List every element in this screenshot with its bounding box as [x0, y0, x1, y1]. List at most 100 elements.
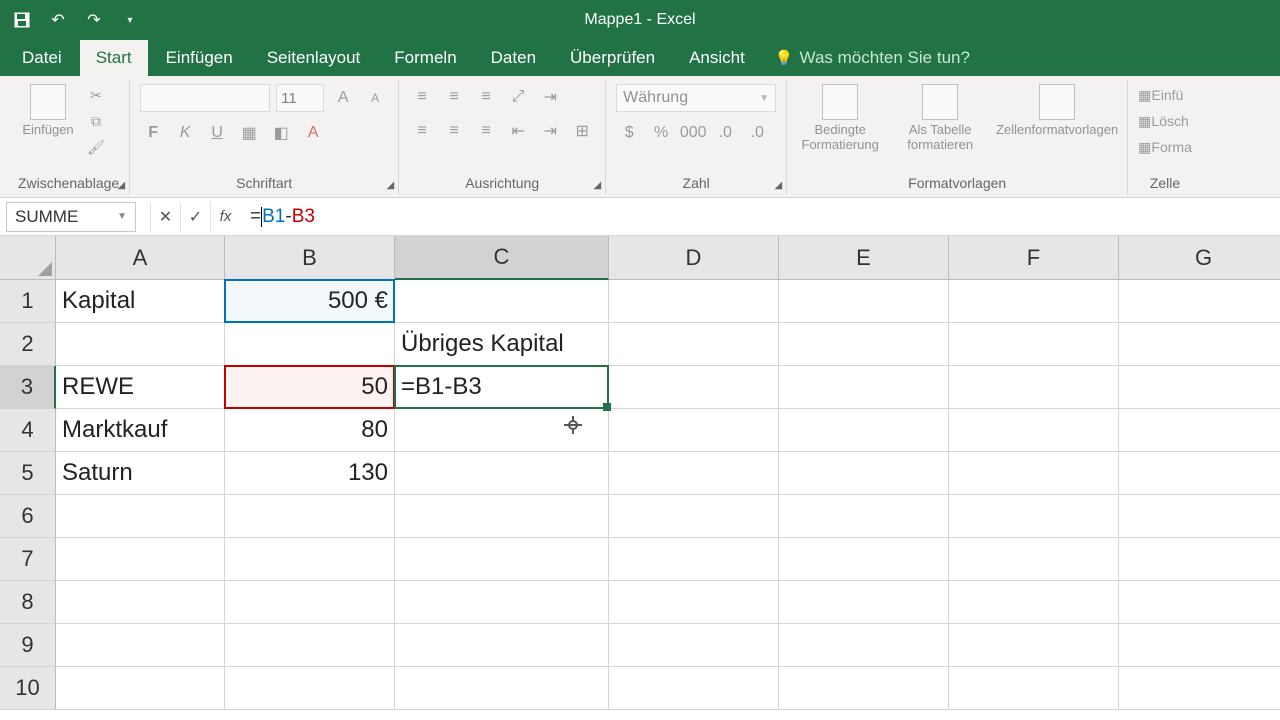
tab-file[interactable]: Datei [6, 40, 78, 76]
cell-c5[interactable] [395, 452, 609, 495]
enter-formula-button[interactable]: ✓ [180, 202, 210, 232]
cell-c4[interactable] [395, 409, 609, 452]
tell-me-search[interactable]: 💡 Was möchten Sie tun? [763, 40, 982, 76]
increase-decimal-button[interactable]: .0 [712, 120, 738, 146]
cell-f2[interactable] [949, 323, 1119, 366]
redo-button[interactable]: ↷ [80, 6, 108, 34]
cell-e2[interactable] [779, 323, 949, 366]
cell-a1[interactable]: Kapital [56, 280, 225, 323]
cell-a3[interactable]: REWE [56, 366, 225, 409]
align-bottom-button[interactable]: ≡ [473, 84, 499, 110]
underline-button[interactable]: U [204, 120, 230, 146]
cell-f10[interactable] [949, 667, 1119, 710]
tab-insert[interactable]: Einfügen [150, 40, 249, 76]
cell-g5[interactable] [1119, 452, 1280, 495]
column-header-g[interactable]: G [1119, 236, 1280, 280]
borders-button[interactable]: ▦ [236, 120, 262, 146]
cell-c3[interactable]: =B1-B3 [395, 366, 609, 409]
row-header-9[interactable]: 9 [0, 624, 56, 667]
cell-d1[interactable] [609, 280, 779, 323]
row-header-3[interactable]: 3 [0, 366, 56, 409]
cell-d5[interactable] [609, 452, 779, 495]
tab-layout[interactable]: Seitenlayout [251, 40, 377, 76]
cell-b3[interactable]: 50 [225, 366, 395, 409]
cell-g8[interactable] [1119, 581, 1280, 624]
cell-b10[interactable] [225, 667, 395, 710]
bold-button[interactable]: F [140, 120, 166, 146]
cell-g6[interactable] [1119, 495, 1280, 538]
tab-formulas[interactable]: Formeln [378, 40, 472, 76]
comma-button[interactable]: 000 [680, 120, 706, 146]
cell-a6[interactable] [56, 495, 225, 538]
row-header-10[interactable]: 10 [0, 667, 56, 710]
align-right-button[interactable]: ≡ [473, 118, 499, 144]
cell-d6[interactable] [609, 495, 779, 538]
column-header-c[interactable]: C [395, 236, 609, 280]
number-dialog-launcher[interactable]: ◢ [774, 180, 782, 191]
cell-c2[interactable]: Übriges Kapital [395, 323, 609, 366]
row-header-4[interactable]: 4 [0, 409, 56, 452]
cell-a2[interactable] [56, 323, 225, 366]
row-header-7[interactable]: 7 [0, 538, 56, 581]
cell-e8[interactable] [779, 581, 949, 624]
cell-b7[interactable] [225, 538, 395, 581]
cell-e4[interactable] [779, 409, 949, 452]
currency-button[interactable]: $ [616, 120, 642, 146]
row-header-5[interactable]: 5 [0, 452, 56, 495]
cell-f6[interactable] [949, 495, 1119, 538]
row-header-2[interactable]: 2 [0, 323, 56, 366]
formula-input[interactable]: =B1-B3 [240, 206, 1280, 228]
cell-d3[interactable] [609, 366, 779, 409]
tab-home[interactable]: Start [80, 40, 148, 76]
italic-button[interactable]: K [172, 120, 198, 146]
font-name-select[interactable] [140, 84, 270, 112]
cell-f7[interactable] [949, 538, 1119, 581]
cell-b1[interactable]: 500 € [225, 280, 395, 323]
align-center-button[interactable]: ≡ [441, 118, 467, 144]
column-header-b[interactable]: B [225, 236, 395, 280]
cell-c1[interactable] [395, 280, 609, 323]
name-box[interactable]: SUMME ▼ [6, 202, 136, 232]
cell-e9[interactable] [779, 624, 949, 667]
cell-b6[interactable] [225, 495, 395, 538]
column-header-d[interactable]: D [609, 236, 779, 280]
column-header-f[interactable]: F [949, 236, 1119, 280]
row-header-6[interactable]: 6 [0, 495, 56, 538]
select-all-corner[interactable] [0, 236, 56, 280]
cell-g9[interactable] [1119, 624, 1280, 667]
cell-c6[interactable] [395, 495, 609, 538]
wrap-text-button[interactable]: ⇥ [537, 84, 563, 110]
cell-a9[interactable] [56, 624, 225, 667]
format-as-table-button[interactable]: Als Tabelle formatieren [897, 84, 983, 152]
insert-cells-button[interactable]: ▦ Einfü [1138, 84, 1183, 106]
cell-b5[interactable]: 130 [225, 452, 395, 495]
fill-color-button[interactable]: ◧ [268, 120, 294, 146]
cell-g2[interactable] [1119, 323, 1280, 366]
cell-e6[interactable] [779, 495, 949, 538]
cell-f9[interactable] [949, 624, 1119, 667]
cell-e5[interactable] [779, 452, 949, 495]
cell-f8[interactable] [949, 581, 1119, 624]
increase-font-button[interactable]: A [330, 85, 356, 111]
cell-a10[interactable] [56, 667, 225, 710]
cell-b8[interactable] [225, 581, 395, 624]
cell-c7[interactable] [395, 538, 609, 581]
decrease-decimal-button[interactable]: .0 [744, 120, 770, 146]
column-header-e[interactable]: E [779, 236, 949, 280]
cancel-formula-button[interactable]: ✕ [150, 202, 180, 232]
decrease-indent-button[interactable]: ⇤ [505, 118, 531, 144]
merge-button[interactable]: ⊞ [569, 118, 595, 144]
decrease-font-button[interactable]: A [362, 85, 388, 111]
font-dialog-launcher[interactable]: ◢ [386, 180, 394, 191]
cell-styles-button[interactable]: Zellenformatvorlagen [997, 84, 1117, 137]
cell-d8[interactable] [609, 581, 779, 624]
align-left-button[interactable]: ≡ [409, 118, 435, 144]
increase-indent-button[interactable]: ⇥ [537, 118, 563, 144]
cell-d10[interactable] [609, 667, 779, 710]
format-cells-button[interactable]: ▦ Forma [1138, 136, 1192, 158]
font-color-button[interactable]: A [300, 120, 326, 146]
format-painter-button[interactable]: 🖌 [84, 136, 108, 158]
cell-b4[interactable]: 80 [225, 409, 395, 452]
copy-button[interactable]: ⧉ [84, 110, 108, 132]
cell-e3[interactable] [779, 366, 949, 409]
